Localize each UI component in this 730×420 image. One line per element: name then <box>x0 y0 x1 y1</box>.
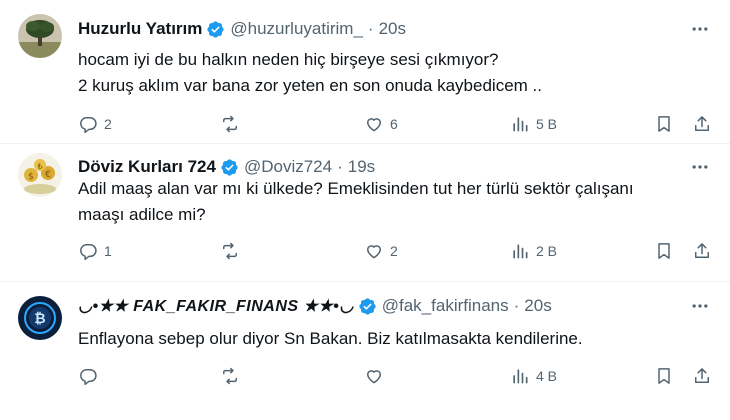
views-icon <box>513 244 528 259</box>
share-button[interactable] <box>692 241 712 261</box>
timestamp[interactable]: 20s <box>524 296 551 316</box>
tweet[interactable]: Huzurlu Yatırım @huzurluyatirim_ · 20s h… <box>0 0 730 144</box>
avatar[interactable]: ₿ <box>18 296 62 340</box>
avatar[interactable]: $ € ₺ <box>18 153 62 197</box>
views-button[interactable]: 4 B <box>510 366 557 386</box>
tweet-text-line: 2 kuruş aklım var bana zor yeten en son … <box>78 76 542 95</box>
verified-badge-icon[interactable] <box>220 158 239 177</box>
display-name[interactable]: ◡•★★ FAK_FAKIR_FINANS ★★•◡ <box>78 296 354 316</box>
svg-text:₺: ₺ <box>37 162 42 171</box>
like-button[interactable]: 2 <box>364 241 398 261</box>
like-icon <box>367 118 381 132</box>
view-count: 4 B <box>536 368 558 384</box>
handle[interactable]: @huzurluyatirim_ <box>230 19 363 39</box>
verified-badge-icon[interactable] <box>358 297 377 316</box>
reply-button[interactable]: 1 <box>78 241 112 261</box>
avatar[interactable] <box>18 14 62 58</box>
verified-badge-icon[interactable] <box>206 20 225 39</box>
reply-icon <box>80 117 97 134</box>
reply-icon <box>80 244 97 261</box>
view-count: 5 B <box>536 116 558 132</box>
tweet-text: Enflayona sebep olur diyor Sn Bakan. Biz… <box>78 326 690 352</box>
bookmark-button[interactable] <box>654 366 674 386</box>
like-count: 2 <box>390 243 398 259</box>
bookmark-icon <box>658 368 670 384</box>
tweet-text-line: Enflayona sebep olur diyor Sn Bakan. Biz… <box>78 329 583 348</box>
tweet[interactable]: ₿ ◡•★★ FAK_FAKIR_FINANS ★★•◡ @fak_fakirf… <box>0 282 730 420</box>
retweet-button[interactable] <box>220 241 240 261</box>
timestamp[interactable]: 20s <box>379 19 406 39</box>
more-button[interactable] <box>688 17 712 41</box>
reply-count: 1 <box>104 243 112 259</box>
retweet-button[interactable] <box>220 366 240 386</box>
bookmark-icon <box>658 243 670 259</box>
retweet-icon <box>223 115 237 133</box>
retweet-icon <box>223 242 237 260</box>
timestamp[interactable]: 19s <box>348 157 375 177</box>
bookmark-button[interactable] <box>654 114 674 134</box>
more-icon <box>692 27 708 31</box>
like-button[interactable]: 6 <box>364 114 398 134</box>
action-bar: 4 B <box>0 366 730 390</box>
like-count: 6 <box>390 116 398 132</box>
tweet-header: Döviz Kurları 724 @Doviz724 · 19s <box>78 157 375 177</box>
more-icon <box>692 165 708 169</box>
share-icon <box>695 243 709 258</box>
action-bar: 1 2 2 B <box>0 241 730 265</box>
view-count: 2 B <box>536 243 558 259</box>
tweet-text-line: maaşı adilce mi? <box>78 205 206 224</box>
tweet-text-line: Adil maaş alan var mı ki ülkede? Emeklis… <box>78 179 634 198</box>
like-icon <box>367 370 381 384</box>
bookmark-button[interactable] <box>654 241 674 261</box>
display-name[interactable]: Döviz Kurları 724 <box>78 157 216 177</box>
reply-button[interactable] <box>78 366 98 386</box>
share-icon <box>695 368 709 383</box>
bitcoin-avatar-icon: ₿ <box>18 296 62 340</box>
like-button[interactable] <box>364 366 384 386</box>
views-icon <box>513 117 528 132</box>
share-button[interactable] <box>692 114 712 134</box>
tweet-text-line: hocam iyi de bu halkın neden hiç birşeye… <box>78 50 499 69</box>
handle[interactable]: @Doviz724 <box>244 157 332 177</box>
svg-text:$: $ <box>28 172 34 182</box>
reply-button[interactable]: 2 <box>78 114 112 134</box>
retweet-icon <box>223 367 237 385</box>
like-icon <box>367 245 381 259</box>
tree-avatar-icon <box>18 14 62 58</box>
tweet-header: Huzurlu Yatırım @huzurluyatirim_ · 20s <box>78 19 406 39</box>
handle[interactable]: @fak_fakirfinans <box>382 296 509 316</box>
views-button[interactable]: 5 B <box>510 114 557 134</box>
more-button[interactable] <box>688 294 712 318</box>
money-avatar-icon: $ € ₺ <box>18 153 62 197</box>
reply-icon <box>80 369 97 386</box>
tweet-text: hocam iyi de bu halkın neden hiç birşeye… <box>78 47 690 99</box>
reply-count: 2 <box>104 116 112 132</box>
share-button[interactable] <box>692 366 712 386</box>
separator-dot: · <box>337 157 343 176</box>
more-icon <box>692 304 708 308</box>
separator-dot: · <box>513 296 520 315</box>
svg-text:₿: ₿ <box>34 311 45 327</box>
more-button[interactable] <box>688 155 712 179</box>
tweet[interactable]: $ € ₺ Döviz Kurları 724 @Doviz724 · 19s … <box>0 144 730 281</box>
retweet-button[interactable] <box>220 114 240 134</box>
views-button[interactable]: 2 B <box>510 241 557 261</box>
action-bar: 2 6 5 B <box>0 114 730 138</box>
svg-text:€: € <box>45 170 51 180</box>
display-name[interactable]: Huzurlu Yatırım <box>78 19 202 39</box>
bookmark-icon <box>658 116 670 132</box>
separator-dot: · <box>367 19 374 38</box>
tweet-header: ◡•★★ FAK_FAKIR_FINANS ★★•◡ @fak_fakirfin… <box>78 296 552 316</box>
share-icon <box>695 116 709 131</box>
views-icon <box>513 369 528 384</box>
tweet-text: Adil maaş alan var mı ki ülkede? Emeklis… <box>78 176 690 228</box>
